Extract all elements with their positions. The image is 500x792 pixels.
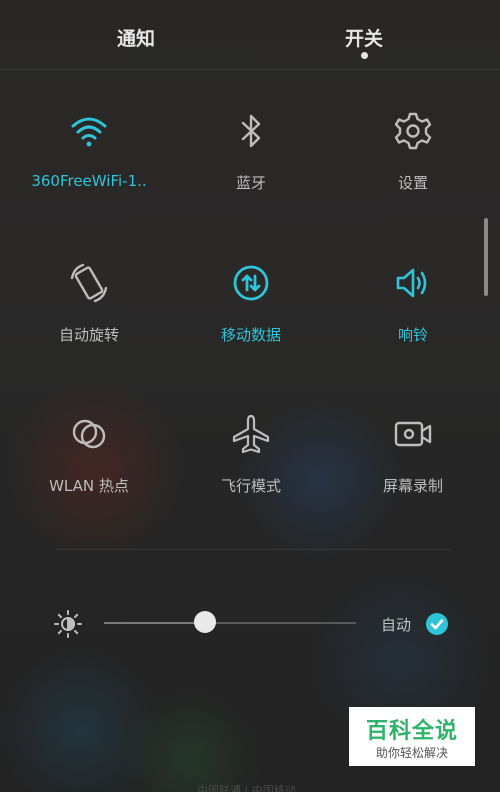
bluetooth-label: 蓝牙: [235, 174, 266, 192]
wifi-label: 360FreeWiFi-1..: [31, 172, 147, 190]
wlan-hotspot-label: WLAN 热点: [49, 477, 129, 495]
speaker-icon: [392, 262, 434, 304]
auto-rotate-toggle[interactable]: 自动旋转: [6, 262, 172, 372]
screen-record-toggle[interactable]: 屏幕录制: [330, 413, 496, 523]
hotspot-icon: [68, 413, 110, 455]
settings-shortcut[interactable]: 设置: [330, 110, 496, 220]
screen-record-label: 屏幕录制: [382, 477, 443, 495]
ring-mode-toggle[interactable]: 响铃: [330, 262, 496, 372]
scrollbar[interactable]: [484, 218, 488, 296]
active-tab-indicator: [361, 52, 368, 59]
bluetooth-toggle[interactable]: 蓝牙: [168, 110, 334, 220]
brightness-slider[interactable]: [104, 611, 356, 633]
mobile-data-toggle[interactable]: 移动数据: [168, 262, 334, 372]
divider: [56, 549, 450, 550]
brightness-slider-fill: [104, 622, 205, 624]
wlan-hotspot-toggle[interactable]: WLAN 热点: [6, 413, 172, 523]
mobile-data-icon: [230, 262, 272, 304]
bluetooth-icon: [230, 110, 272, 152]
brightness-icon: [53, 609, 83, 639]
airplane-mode-toggle[interactable]: 飞行模式: [168, 413, 334, 523]
tab-notifications[interactable]: 通知: [117, 24, 155, 50]
airplane-icon: [230, 413, 272, 455]
screen-record-icon: [392, 413, 434, 455]
wifi-icon: [68, 110, 110, 152]
ring-mode-label: 响铃: [397, 326, 428, 344]
watermark-title: 百科全说: [365, 719, 458, 744]
auto-brightness-label: 自动: [381, 616, 412, 634]
auto-rotate-icon: [68, 262, 110, 304]
carrier-text: 中国联通 | 中国移动: [197, 784, 296, 792]
gear-icon: [392, 110, 434, 152]
settings-label: 设置: [397, 174, 428, 192]
watermark-subtitle: 助你轻松解决: [375, 746, 448, 760]
brightness-slider-thumb[interactable]: [193, 611, 216, 633]
wifi-toggle[interactable]: 360FreeWiFi-1..: [6, 110, 172, 220]
auto-brightness-checkbox[interactable]: [426, 613, 448, 635]
quick-settings-tabs: 通知 开关: [0, 0, 500, 70]
airplane-mode-label: 飞行模式: [220, 477, 281, 495]
tab-toggles[interactable]: 开关: [345, 24, 383, 50]
mobile-data-label: 移动数据: [220, 326, 281, 344]
auto-rotate-label: 自动旋转: [58, 326, 119, 344]
watermark-logo: 百科全说 助你轻松解决: [349, 707, 475, 766]
